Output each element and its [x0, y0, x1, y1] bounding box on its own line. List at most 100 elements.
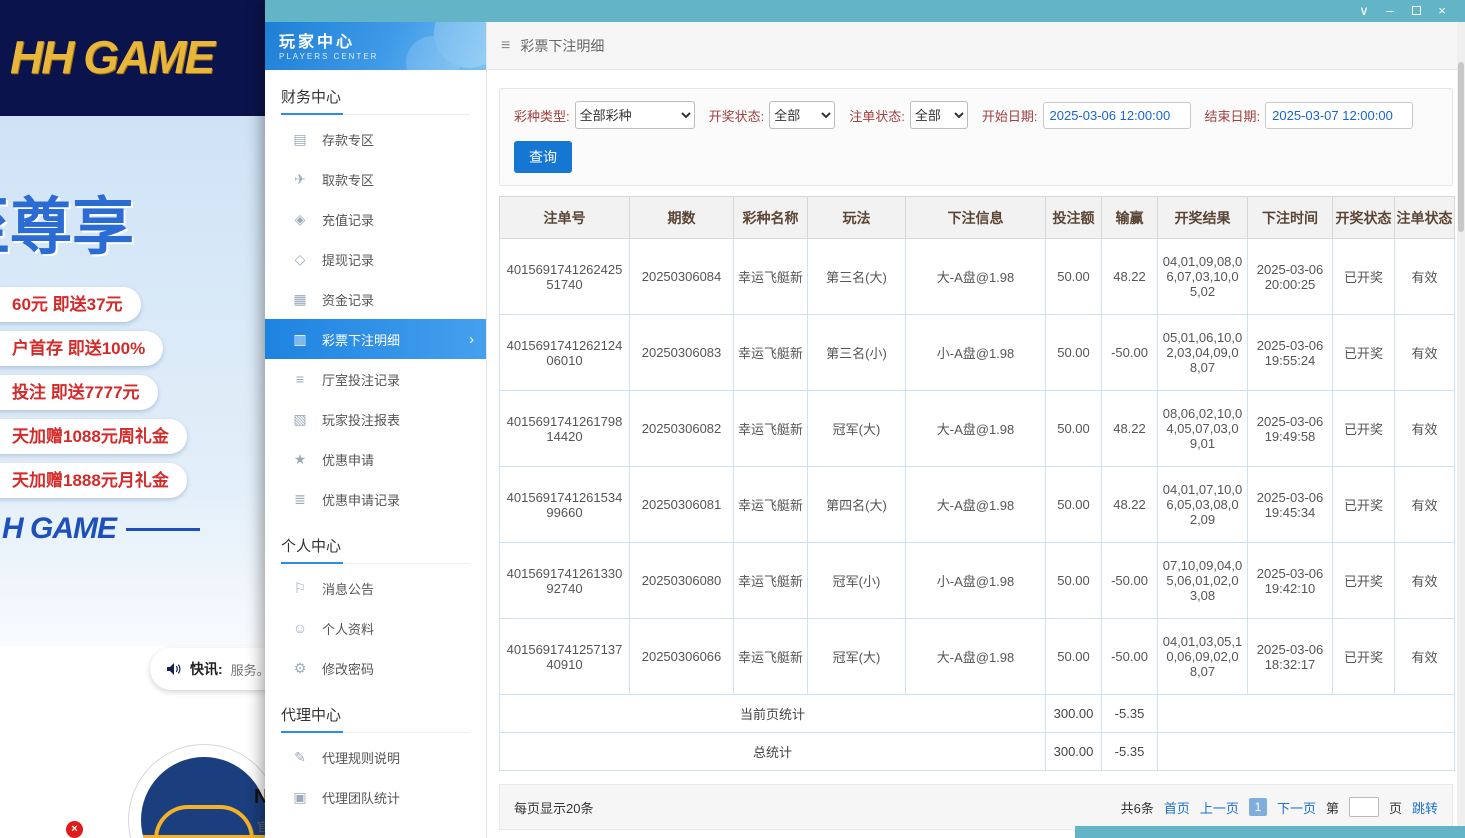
minimize-button[interactable]: –	[1377, 0, 1403, 22]
sidebar-item-label: 资金记录	[322, 290, 374, 309]
sidebar-item-agent-team-stats[interactable]: ▣代理团队统计	[265, 777, 486, 817]
column-header-lottery-name: 彩种名称	[734, 197, 808, 239]
cell-order-id: 401569174126212406010	[500, 315, 630, 391]
cell-lottery-name: 幸运飞艇新	[734, 467, 808, 543]
cell-lottery-name: 幸运飞艇新	[734, 315, 808, 391]
cell-draw-result: 05,01,06,10,02,03,04,09,08,07	[1158, 315, 1248, 391]
cell-bet-amount: 50.00	[1046, 619, 1102, 695]
cell-bet-info: 大-A盘@1.98	[906, 619, 1046, 695]
close-button[interactable]: ×	[1429, 0, 1455, 22]
column-header-draw-status: 开奖状态	[1333, 197, 1395, 239]
cell-order-status: 有效	[1395, 467, 1455, 543]
promo-apply-record-icon: ≣	[291, 491, 309, 508]
main-header: ≡ 彩票下注明细	[487, 22, 1465, 70]
sidebar-item-deposit-zone[interactable]: ▤ 存款专区	[265, 119, 486, 159]
cell-bet-amount: 50.00	[1046, 239, 1102, 315]
sidebar-item-label: 厅室投注记录	[322, 370, 400, 389]
page-summary-row: 当前页统计300.00-5.35	[500, 695, 1455, 733]
jump-button[interactable]: 跳转	[1412, 798, 1438, 817]
search-button[interactable]: 查询	[514, 141, 572, 173]
summary-label: 当前页统计	[500, 695, 1046, 733]
first-page-link[interactable]: 首页	[1164, 798, 1190, 817]
cell-bet-info: 小-A盘@1.98	[906, 315, 1046, 391]
draw-status-select[interactable]: 全部	[769, 101, 835, 129]
cell-draw-status: 已开奖	[1333, 543, 1395, 619]
cell-play-type: 第三名(小)	[808, 315, 906, 391]
scrollbar-thumb[interactable]	[1458, 62, 1464, 232]
maximize-button[interactable]	[1403, 0, 1429, 22]
current-page-indicator[interactable]: 1	[1249, 798, 1267, 816]
sidebar-item-label: 存款专区	[322, 130, 374, 149]
cell-bet-amount: 50.00	[1046, 543, 1102, 619]
sidebar-item-label: 个人资料	[322, 619, 374, 638]
sidebar-item-recharge-record[interactable]: ◈充值记录	[265, 199, 486, 239]
close-badge-icon[interactable]: ×	[66, 821, 83, 838]
cell-bet-info: 大-A盘@1.98	[906, 391, 1046, 467]
promo-ribbon: 天加赠1088元周礼金	[0, 419, 187, 454]
summary-winloss-total: -5.35	[1102, 695, 1158, 733]
sidebar-item-label: 代理团队统计	[322, 788, 400, 807]
per-page-text: 每页显示20条	[514, 798, 593, 817]
end-date-input[interactable]	[1265, 102, 1413, 129]
jump-prefix: 第	[1326, 798, 1339, 817]
cell-period: 20250306080	[630, 543, 734, 619]
cell-draw-status: 已开奖	[1333, 315, 1395, 391]
sidebar-item-promo-apply[interactable]: ★优惠申请	[265, 439, 486, 479]
total-count-text: 共6条	[1121, 798, 1154, 817]
cell-bet-amount: 50.00	[1046, 467, 1102, 543]
sidebar-item-hall-bet-record[interactable]: ≡厅室投注记录	[265, 359, 486, 399]
sidebar-item-label: 取款专区	[322, 170, 374, 189]
summary-bet-total: 300.00	[1046, 695, 1102, 733]
cell-order-id: 401569174125713740910	[500, 619, 630, 695]
order-status-label: 注单状态:	[849, 106, 905, 125]
cell-period: 20250306084	[630, 239, 734, 315]
filter-panel: 彩种类型: 全部彩种 开奖状态: 全部 注单状态: 全部 开始日期:	[499, 88, 1453, 186]
column-header-order-id: 注单号	[500, 197, 630, 239]
sidebar-item-withdraw-zone[interactable]: ✈取款专区	[265, 159, 486, 199]
sidebar-item-announcements[interactable]: ⚐消息公告	[265, 568, 486, 608]
next-page-link[interactable]: 下一页	[1277, 798, 1316, 817]
sidebar-title: 玩家中心	[279, 28, 486, 52]
hamburger-icon[interactable]: ≡	[501, 37, 510, 55]
collapse-button[interactable]: ∨	[1351, 0, 1377, 22]
sidebar-item-profile[interactable]: ☺个人资料	[265, 608, 486, 648]
funds-record-icon: ▦	[291, 291, 309, 308]
sidebar-item-funds-record[interactable]: ▦ 资金记录	[265, 279, 486, 319]
order-status-select[interactable]: 全部	[910, 101, 968, 129]
vertical-scrollbar[interactable]	[1457, 22, 1465, 838]
cell-play-type: 冠军(小)	[808, 543, 906, 619]
background-site-header: HH GAME	[0, 0, 300, 116]
sidebar-item-agent-rules[interactable]: ✎代理规则说明	[265, 737, 486, 777]
cell-bet-time: 2025-03-06 20:00:25	[1248, 239, 1333, 315]
table-row: 40156917412617981442020250306082幸运飞艇新冠军(…	[500, 391, 1455, 467]
sidebar: 玩家中心 PLAYERS CENTER 财务中心▤存款专区✈取款专区◈充值记录◇…	[265, 22, 487, 838]
column-header-bet-time: 下注时间	[1248, 197, 1333, 239]
sidebar-item-label: 玩家投注报表	[322, 410, 400, 429]
start-date-label: 开始日期:	[982, 106, 1038, 125]
end-date-label: 结束日期:	[1205, 106, 1261, 125]
sidebar-item-label: 充值记录	[322, 210, 374, 229]
cell-play-type: 冠军(大)	[808, 391, 906, 467]
summary-bet-total: 300.00	[1046, 733, 1102, 771]
cell-lottery-name: 幸运飞艇新	[734, 619, 808, 695]
sidebar-item-withdrawal-record[interactable]: ◇提现记录	[265, 239, 486, 279]
total-summary-row: 总统计300.00-5.35	[500, 733, 1455, 771]
sidebar-item-promo-apply-record[interactable]: ≣优惠申请记录	[265, 479, 486, 519]
table-row: 40156917412571374091020250306066幸运飞艇新冠军(…	[500, 619, 1455, 695]
table-row: 40156917412624255174020250306084幸运飞艇新第三名…	[500, 239, 1455, 315]
page-jump-input[interactable]	[1349, 797, 1379, 817]
deposit-icon: ▤	[291, 131, 309, 148]
lottery-type-select[interactable]: 全部彩种	[575, 101, 695, 129]
page-title: 彩票下注明细	[520, 36, 604, 56]
ticker-text: 服务。	[231, 660, 270, 679]
column-header-play-type: 玩法	[808, 197, 906, 239]
sidebar-item-change-password[interactable]: ⚙修改密码	[265, 648, 486, 688]
sidebar-item-player-bet-report[interactable]: ▧玩家投注报表	[265, 399, 486, 439]
table-row: 40156917412621240601020250306083幸运飞艇新第三名…	[500, 315, 1455, 391]
start-date-input[interactable]	[1043, 102, 1191, 129]
pagination-bar: 每页显示20条 共6条 首页 上一页 1 下一页 第 页 跳转	[499, 784, 1453, 830]
promo-title: 至尊享	[0, 176, 134, 266]
prev-page-link[interactable]: 上一页	[1200, 798, 1239, 817]
sidebar-item-lottery-bet-details[interactable]: ▥彩票下注明细›	[265, 319, 486, 359]
player-center-window: ∨ – × 玩家中心 PLAYERS CENTER 财务中心▤存款专区✈取款专区…	[265, 0, 1465, 838]
